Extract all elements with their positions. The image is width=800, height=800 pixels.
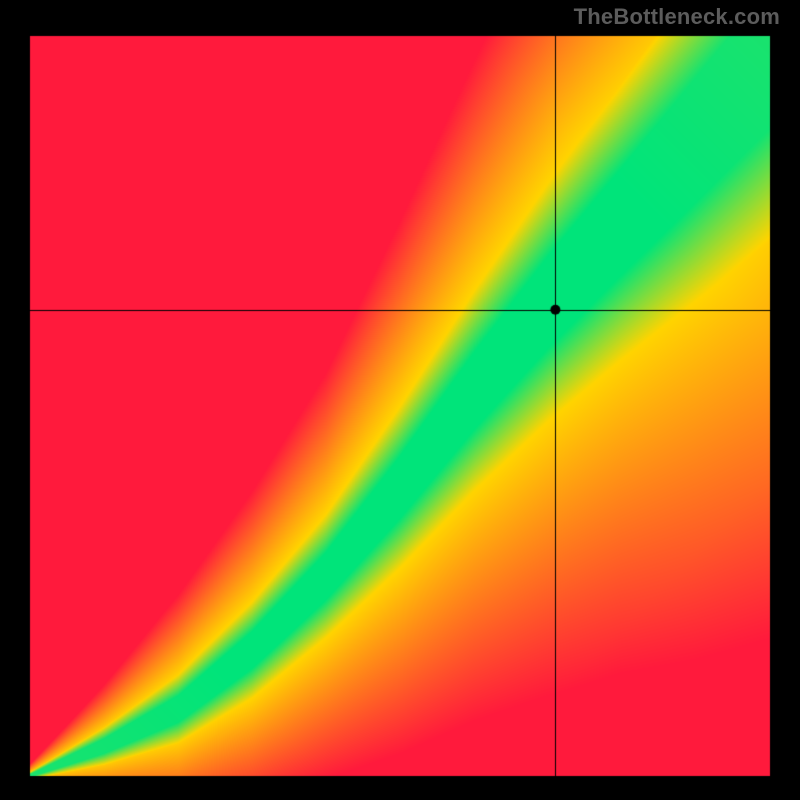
bottleneck-heatmap: [0, 0, 800, 800]
brand-watermark: TheBottleneck.com: [574, 4, 780, 30]
